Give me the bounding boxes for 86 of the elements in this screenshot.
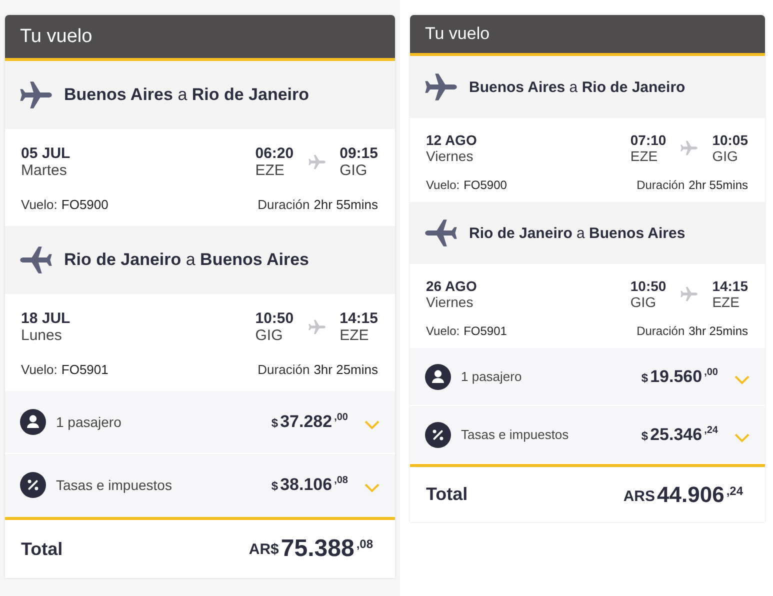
flight-label: Vuelo:	[21, 362, 58, 377]
arrival-airport: GIG	[340, 162, 368, 179]
airplane-icon	[425, 218, 457, 248]
currency-symbol: AR$	[248, 541, 279, 558]
airplane-icon	[680, 140, 698, 156]
price-cents: ,00	[704, 366, 718, 378]
airplane-icon	[20, 80, 52, 110]
flight-number: FO5901	[464, 324, 507, 338]
duration-label: Duración	[636, 324, 685, 338]
flight-date: 18 JUL	[21, 310, 70, 327]
duration-label: Duración	[258, 362, 310, 377]
duration-label: Duración	[258, 197, 310, 212]
departure-time: 07:10	[630, 132, 666, 148]
duration-value: 3hr 25mins	[688, 324, 748, 338]
price-amount: 38.106	[280, 475, 332, 495]
price-label: 1 pasajero	[56, 414, 122, 430]
duration-value: 3hr 25mins	[314, 362, 378, 377]
flight-label: Vuelo:	[426, 324, 460, 338]
price-label: Tasas e impuestos	[461, 427, 570, 442]
flight-date: 26 AGO	[426, 278, 477, 294]
currency-symbol: $	[271, 479, 278, 493]
chevron-down-icon	[734, 432, 750, 442]
total-amount: 44.906	[657, 482, 724, 508]
departure-airport: EZE	[255, 162, 286, 179]
duration-value: 2hr 55mins	[688, 178, 748, 192]
currency-symbol: $	[641, 428, 648, 442]
airplane-icon	[308, 319, 326, 335]
person-icon	[20, 409, 46, 435]
flight-number: FO5901	[61, 362, 108, 377]
price-cents: ,00	[334, 412, 348, 423]
route-title: Rio de Janeiro a Buenos Aires	[64, 250, 310, 270]
arrival-time: 09:15	[340, 145, 378, 162]
flight-label: Vuelo:	[21, 197, 58, 212]
card-title: Tu vuelo	[425, 24, 490, 44]
currency-symbol: $	[271, 416, 278, 430]
price-cents: ,08	[334, 475, 348, 486]
total-cents: ,24	[726, 484, 743, 498]
total-cents: ,08	[356, 537, 373, 551]
arrival-airport: GIG	[712, 148, 739, 164]
route-title: Rio de Janeiro a Buenos Aires	[469, 224, 686, 242]
total-amount: 75.388	[280, 535, 354, 563]
chevron-down-icon	[734, 374, 750, 384]
chevron-down-icon	[364, 420, 380, 430]
card-title: Tu vuelo	[20, 26, 92, 48]
route-title: Buenos Aires a Rio de Janeiro	[64, 85, 310, 105]
flight-date: 12 AGO	[426, 132, 477, 148]
price-amount: 19.560	[650, 366, 702, 386]
price-amount: 37.282	[280, 412, 332, 432]
route-title: Buenos Aires a Rio de Janeiro	[469, 78, 686, 96]
flight-weekday: Viernes	[426, 148, 474, 164]
arrival-airport: EZE	[340, 327, 370, 344]
airplane-icon	[425, 72, 457, 102]
airplane-icon	[680, 286, 698, 302]
arrival-airport: EZE	[712, 294, 740, 310]
airplane-icon	[308, 154, 326, 170]
total-label: Total	[426, 484, 468, 505]
arrival-time: 10:05	[712, 132, 748, 148]
person-icon	[425, 364, 451, 390]
price-label: Tasas e impuestos	[56, 477, 173, 493]
duration-value: 2hr 55mins	[314, 197, 378, 212]
flight-number: FO5900	[61, 197, 108, 212]
total-label: Total	[21, 538, 63, 560]
departure-time: 06:20	[255, 145, 294, 162]
departure-airport: GIG	[255, 327, 284, 344]
duration-label: Duración	[636, 178, 685, 192]
currency-symbol: $	[641, 370, 648, 384]
price-amount: 25.346	[650, 424, 702, 444]
flight-number: FO5900	[464, 178, 507, 192]
chevron-down-icon	[364, 483, 380, 493]
arrival-time: 14:15	[712, 278, 748, 294]
departure-airport: GIG	[630, 294, 658, 310]
flight-weekday: Martes	[21, 162, 68, 179]
percent-icon	[425, 422, 451, 448]
price-cents: ,24	[704, 424, 718, 436]
flight-label: Vuelo:	[426, 178, 460, 192]
airplane-icon	[20, 245, 52, 275]
arrival-time: 14:15	[340, 310, 378, 327]
price-label: 1 pasajero	[461, 369, 523, 384]
flight-weekday: Viernes	[426, 294, 474, 310]
departure-time: 10:50	[255, 310, 294, 327]
departure-airport: EZE	[630, 148, 659, 164]
percent-icon	[20, 472, 46, 498]
departure-time: 10:50	[630, 278, 666, 294]
flight-date: 05 JUL	[21, 145, 70, 162]
flight-weekday: Lunes	[21, 327, 63, 344]
currency-symbol: ARS	[623, 488, 656, 504]
